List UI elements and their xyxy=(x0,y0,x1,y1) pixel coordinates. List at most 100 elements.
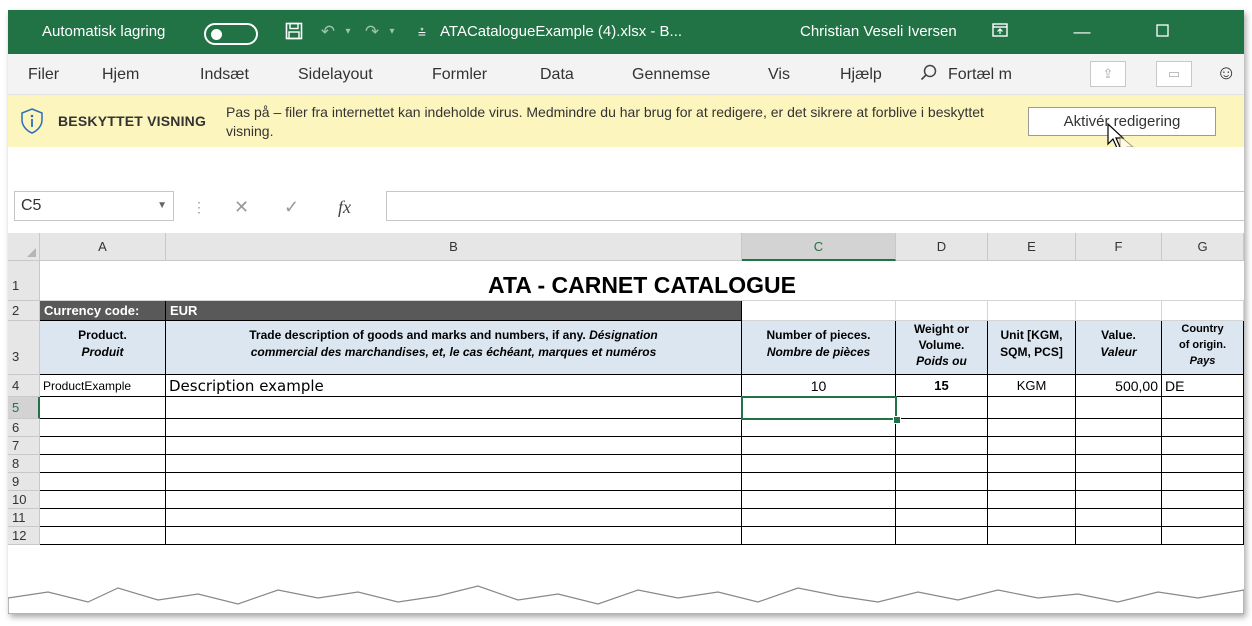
menu-item-hjem[interactable]: Hjem xyxy=(102,66,139,84)
grid-cell[interactable] xyxy=(1076,473,1162,491)
grid-cell[interactable] xyxy=(988,437,1076,455)
grid-cell[interactable] xyxy=(40,509,166,527)
column-header-d[interactable]: D xyxy=(896,233,988,261)
row-header-11[interactable]: 11 xyxy=(8,509,40,527)
grid-cell[interactable] xyxy=(896,491,988,509)
grid-cell[interactable] xyxy=(1162,437,1244,455)
grid-cell[interactable] xyxy=(988,491,1076,509)
grid-cell[interactable] xyxy=(742,509,896,527)
column-header-e[interactable]: E xyxy=(988,233,1076,261)
header-weight[interactable]: Weight or Volume. Poids ou xyxy=(896,321,988,375)
grid-cell[interactable] xyxy=(742,473,896,491)
grid-cell[interactable] xyxy=(1162,509,1244,527)
header-description[interactable]: Trade description of goods and marks and… xyxy=(166,321,742,375)
grid-cell[interactable] xyxy=(896,397,988,419)
menu-item-sidelayout[interactable]: Sidelayout xyxy=(298,66,373,84)
grid-cell[interactable] xyxy=(988,419,1076,437)
active-cell-c5[interactable] xyxy=(741,396,897,420)
row-header-8[interactable]: 8 xyxy=(8,455,40,473)
grid-cell[interactable] xyxy=(896,437,988,455)
more-options-icon[interactable]: ⋮ xyxy=(192,199,206,216)
grid-cell[interactable] xyxy=(1076,437,1162,455)
grid-cell[interactable] xyxy=(166,509,742,527)
grid-cell[interactable] xyxy=(166,491,742,509)
save-icon[interactable] xyxy=(284,22,304,42)
grid-cell[interactable] xyxy=(1162,491,1244,509)
header-country[interactable]: Country of origin. Pays xyxy=(1162,321,1244,375)
grid-cell[interactable] xyxy=(166,527,742,545)
cell-country[interactable]: DE xyxy=(1162,375,1244,397)
grid-cell[interactable] xyxy=(166,473,742,491)
grid-cell[interactable] xyxy=(166,437,742,455)
grid-cell[interactable] xyxy=(742,491,896,509)
grid-cell[interactable] xyxy=(742,301,896,321)
customize-toolbar-icon[interactable]: ⩮ xyxy=(412,22,432,42)
comments-button[interactable]: ▭ xyxy=(1156,61,1192,87)
row-header-7[interactable]: 7 xyxy=(8,437,40,455)
select-all-corner[interactable] xyxy=(8,233,40,261)
sheet-title[interactable]: ATA - CARNET CATALOGUE xyxy=(40,261,1244,301)
grid-cell[interactable] xyxy=(988,455,1076,473)
menu-item-gennemse[interactable]: Gennemse xyxy=(632,66,710,84)
menu-item-hjaelp[interactable]: Hjælp xyxy=(840,66,882,84)
maximize-icon[interactable] xyxy=(1152,22,1172,42)
header-value[interactable]: Value. Valeur xyxy=(1076,321,1162,375)
search-icon[interactable] xyxy=(920,64,938,87)
chevron-down-icon[interactable]: ▼ xyxy=(157,192,167,220)
grid-cell[interactable] xyxy=(988,509,1076,527)
grid-cell[interactable] xyxy=(1076,301,1162,321)
grid-cell[interactable] xyxy=(1076,419,1162,437)
name-box[interactable]: C5 ▼ xyxy=(14,191,174,221)
feedback-icon[interactable]: ☺ xyxy=(1216,62,1236,85)
grid-cell[interactable] xyxy=(40,527,166,545)
grid-cell[interactable] xyxy=(40,455,166,473)
row-header-2[interactable]: 2 xyxy=(8,301,40,321)
undo-icon[interactable]: ↶ xyxy=(318,22,338,42)
menu-item-indsaet[interactable]: Indsæt xyxy=(200,66,249,84)
grid-cell[interactable] xyxy=(40,437,166,455)
grid-cell[interactable] xyxy=(1162,419,1244,437)
row-header-12[interactable]: 12 xyxy=(8,527,40,545)
grid-cell[interactable] xyxy=(40,491,166,509)
row-header-3[interactable]: 3 xyxy=(8,321,40,375)
row-header-10[interactable]: 10 xyxy=(8,491,40,509)
grid-cell[interactable] xyxy=(988,301,1076,321)
grid-cell[interactable] xyxy=(1076,397,1162,419)
grid-cell[interactable] xyxy=(1076,509,1162,527)
column-header-a[interactable]: A xyxy=(40,233,166,261)
grid-cell[interactable] xyxy=(40,397,166,419)
column-header-c[interactable]: C xyxy=(742,233,896,261)
grid-cell[interactable] xyxy=(896,527,988,545)
column-header-g[interactable]: G xyxy=(1162,233,1244,261)
menu-item-formler[interactable]: Formler xyxy=(432,66,487,84)
currency-label[interactable]: Currency code: xyxy=(40,301,166,321)
column-header-b[interactable]: B xyxy=(166,233,742,261)
redo-dropdown-icon[interactable]: ▾ xyxy=(382,22,402,42)
cell-description[interactable]: Description example xyxy=(166,375,742,397)
grid-cell[interactable] xyxy=(896,301,988,321)
grid-cell[interactable] xyxy=(40,473,166,491)
row-header-5[interactable]: 5 xyxy=(8,397,40,419)
currency-value[interactable]: EUR xyxy=(166,301,742,321)
grid-cell[interactable] xyxy=(742,455,896,473)
insert-function-icon[interactable]: fx xyxy=(338,197,351,218)
grid-cell[interactable] xyxy=(896,473,988,491)
row-header-4[interactable]: 4 xyxy=(8,375,40,397)
menu-item-filer[interactable]: Filer xyxy=(28,66,59,84)
ribbon-display-icon[interactable] xyxy=(990,22,1010,42)
grid-cell[interactable] xyxy=(1076,491,1162,509)
cell-value[interactable]: 500,00 xyxy=(1076,375,1162,397)
grid-cell[interactable] xyxy=(1162,397,1244,419)
row-header-1[interactable]: 1 xyxy=(8,261,40,301)
grid-cell[interactable] xyxy=(1162,473,1244,491)
user-name[interactable]: Christian Veseli Iversen xyxy=(800,23,957,40)
grid-cell[interactable] xyxy=(1076,455,1162,473)
menu-item-data[interactable]: Data xyxy=(540,66,574,84)
formula-input[interactable] xyxy=(386,191,1244,221)
minimize-icon[interactable]: — xyxy=(1072,22,1092,42)
grid-cell[interactable] xyxy=(1162,455,1244,473)
grid-cell[interactable] xyxy=(896,509,988,527)
autosave-toggle[interactable] xyxy=(204,23,258,45)
cell-unit[interactable]: KGM xyxy=(988,375,1076,397)
grid-cell[interactable] xyxy=(988,397,1076,419)
